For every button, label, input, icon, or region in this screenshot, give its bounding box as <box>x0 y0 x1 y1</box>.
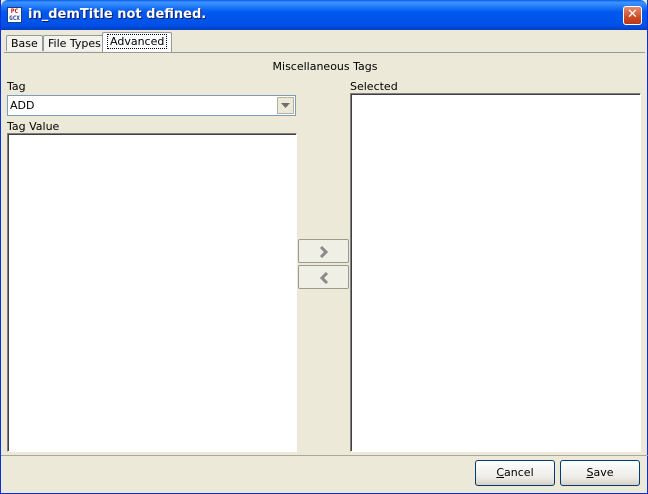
tab-advanced-label: Advanced <box>107 34 168 49</box>
app-icon-line-2: GCX <box>9 15 20 22</box>
app-icon: PC GCX <box>7 7 22 23</box>
cancel-button[interactable]: Cancel <box>475 460 555 486</box>
close-icon: ✕ <box>627 7 638 22</box>
cancel-mnemonic: C <box>496 466 505 479</box>
section-heading: Miscellaneous Tags <box>272 60 378 73</box>
triangle-down-icon <box>281 103 290 108</box>
title-bar[interactable]: PC GCX in_demTitle not defined. ✕ <box>1 0 647 30</box>
tag-value-textarea[interactable] <box>7 133 297 452</box>
chevron-left-icon <box>319 272 329 284</box>
selected-label: Selected <box>350 80 398 93</box>
tag-value-label: Tag Value <box>7 120 60 133</box>
tab-file-types-label: File Types <box>48 37 101 50</box>
remove-tag-button[interactable] <box>298 265 349 289</box>
cancel-button-label: ancel <box>504 466 534 479</box>
save-button[interactable]: Save <box>560 460 640 486</box>
footer-separator <box>1 455 648 456</box>
dropdown-arrow-button[interactable] <box>277 97 294 114</box>
tag-label: Tag <box>7 80 26 93</box>
window-title: in_demTitle not defined. <box>28 7 207 22</box>
selected-tags-list[interactable] <box>350 93 641 452</box>
tab-base-label: Base <box>11 37 38 50</box>
app-icon-line-1: PC <box>10 8 19 15</box>
tag-dropdown-value: ADD <box>10 99 35 112</box>
tab-advanced[interactable]: Advanced <box>102 32 173 52</box>
save-button-label: ave <box>593 466 614 479</box>
tag-dropdown[interactable]: ADD <box>7 95 296 116</box>
close-button[interactable]: ✕ <box>623 6 642 25</box>
tab-file-types[interactable]: File Types <box>43 35 106 51</box>
chevron-right-icon <box>319 246 329 258</box>
dialog-window: PC GCX in_demTitle not defined. ✕ Base F… <box>0 0 648 494</box>
tab-base[interactable]: Base <box>6 35 43 51</box>
add-tag-button[interactable] <box>298 239 349 263</box>
